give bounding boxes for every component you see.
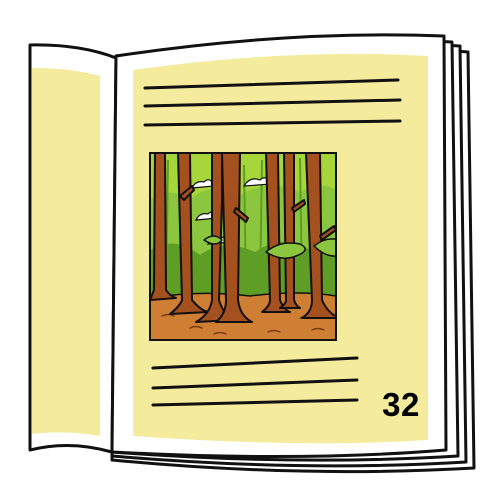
left-page	[28, 43, 118, 454]
page-number: 32	[382, 386, 420, 423]
forest-illustration-icon	[149, 152, 337, 341]
